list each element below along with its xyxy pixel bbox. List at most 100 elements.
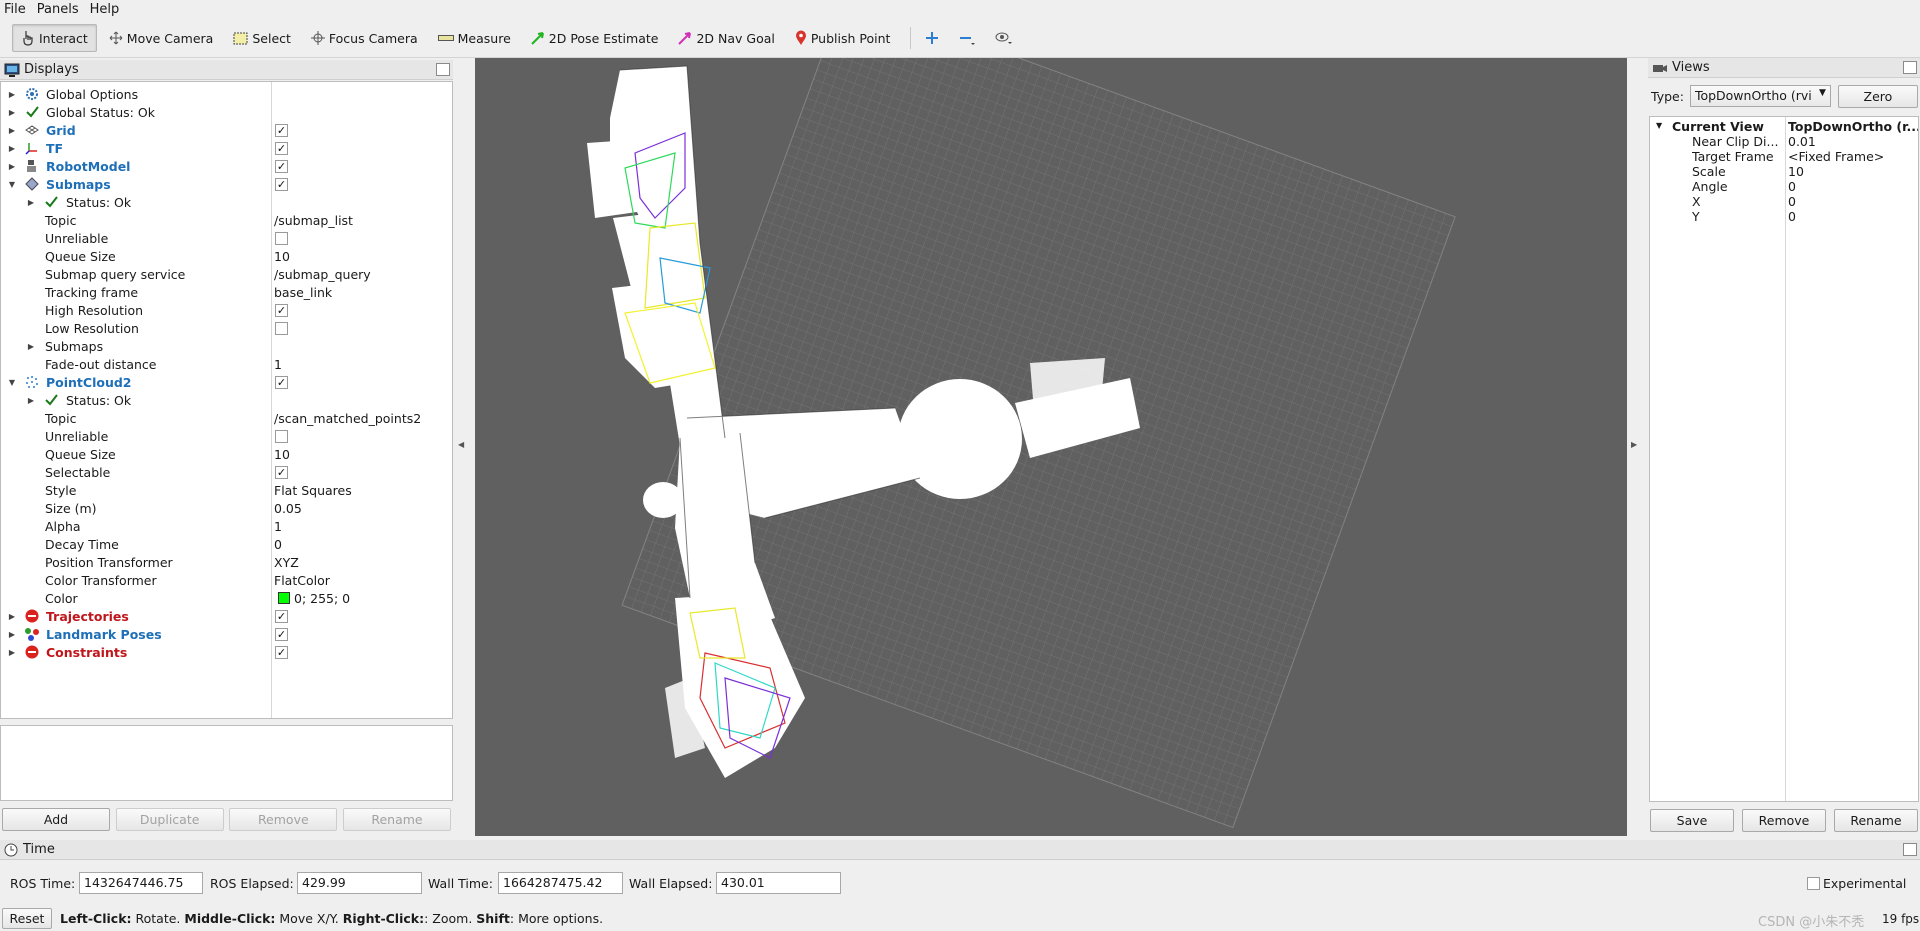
tool-interact-button[interactable]: Interact [12,24,97,52]
display-row-checkbox[interactable]: ✓ [275,465,288,479]
display-row-value[interactable]: Flat Squares [274,483,352,498]
display-row[interactable]: Topic/scan_matched_points2 [1,409,452,427]
display-row[interactable]: ▶ Landmark Poses ✓ [1,625,452,643]
rename-view-button[interactable]: Rename [1834,809,1918,832]
display-row-checkbox[interactable]: ✓ [275,375,288,389]
view-property-row[interactable]: Angle 0 [1650,179,1918,194]
display-row[interactable]: Color 0; 255; 0 [1,589,452,607]
expand-right-icon[interactable]: ▶ [7,108,17,117]
menu-panels[interactable]: Panels [37,2,79,17]
view-property-value[interactable]: TopDownOrtho (r... [1788,119,1918,134]
expand-right-icon[interactable]: ▶ [26,198,36,207]
expand-right-icon[interactable]: ▶ [7,612,17,621]
tool-2d-nav-goal-button[interactable]: 2D Nav Goal [670,24,782,52]
display-row[interactable]: Submap query service/submap_query [1,265,452,283]
display-row[interactable]: High Resolution ✓ [1,301,452,319]
add-tool-button[interactable] [919,24,949,52]
display-row[interactable]: Decay Time 0 [1,535,452,553]
collapse-right-arrow-icon[interactable]: ▶ [1631,440,1637,449]
view-property-value[interactable]: 0 [1788,194,1918,209]
color-swatch[interactable] [278,592,290,604]
expand-right-icon[interactable]: ▶ [7,126,17,135]
view-property-row[interactable]: Target Frame <Fixed Frame> [1650,149,1918,164]
remove-view-button[interactable]: Remove [1742,809,1826,832]
tool-move-camera-button[interactable]: Move Camera [101,24,222,52]
expand-right-icon[interactable]: ▶ [7,648,17,657]
view-property-row[interactable]: X0 [1650,194,1918,209]
expand-right-icon[interactable]: ▶ [7,90,17,99]
display-row-value[interactable]: 0.05 [274,501,302,516]
view-property-value[interactable]: <Fixed Frame> [1788,149,1918,164]
display-row-value[interactable]: 10 [274,249,290,264]
display-row[interactable]: Low Resolution [1,319,452,337]
display-row-checkbox[interactable] [275,429,288,443]
display-row-checkbox[interactable]: ✓ [275,609,288,623]
wall-time-field[interactable]: 1664287475.42 [498,872,623,894]
display-row[interactable]: Unreliable [1,229,452,247]
view-property-value[interactable]: 10 [1788,164,1918,179]
display-row-checkbox[interactable] [275,231,288,245]
display-row[interactable]: ▶ RobotModel ✓ [1,157,452,175]
duplicate-display-button[interactable]: Duplicate [115,808,224,831]
display-row-checkbox[interactable] [275,321,288,335]
expand-right-icon[interactable]: ▶ [7,162,17,171]
display-row[interactable]: ▶ Grid ✓ [1,121,452,139]
display-row[interactable]: Size (m) 0.05 [1,499,452,517]
views-type-select[interactable]: TopDownOrtho (rvi ▼ [1689,85,1831,107]
remove-tool-button[interactable] [953,24,985,52]
zero-view-button[interactable]: Zero [1837,84,1918,108]
view-options-button[interactable] [989,24,1023,52]
collapse-left-arrow-icon[interactable]: ◀ [458,440,464,449]
expand-down-icon[interactable]: ▼ [7,180,17,189]
view-property-row[interactable]: Near Clip Di... 0.01 [1650,134,1918,149]
display-row-checkbox[interactable]: ✓ [275,627,288,641]
expand-right-icon[interactable]: ▶ [26,396,36,405]
view-property-row[interactable]: ▼ Current View TopDownOrtho (r... [1650,119,1918,134]
tool-focus-camera-button[interactable]: Focus Camera [303,24,426,52]
menu-help[interactable]: Help [90,2,120,17]
display-row[interactable]: Queue Size 10 [1,445,452,463]
display-row[interactable]: ▶ Status: Ok [1,391,452,409]
display-row[interactable]: Queue Size 10 [1,247,452,265]
time-close-button[interactable] [1903,843,1917,856]
menu-file[interactable]: File [4,2,26,17]
wall-elapsed-field[interactable]: 430.01 [716,872,841,894]
reset-button[interactable]: Reset [2,907,52,929]
expand-down-icon[interactable]: ▼ [7,378,17,387]
displays-close-button[interactable] [436,63,450,76]
display-row-value[interactable]: FlatColor [274,573,330,588]
save-view-button[interactable]: Save [1650,809,1734,832]
display-row[interactable]: Position Transformer XYZ [1,553,452,571]
display-row[interactable]: ▶ Constraints ✓ [1,643,452,661]
display-row[interactable]: ▶ Global Options [1,85,452,103]
expand-right-icon[interactable]: ▶ [7,630,17,639]
ros-elapsed-field[interactable]: 429.99 [297,872,422,894]
display-row-value[interactable]: /scan_matched_points2 [274,411,421,426]
display-row[interactable]: Alpha 1 [1,517,452,535]
view-property-value[interactable]: 0 [1788,209,1918,224]
display-row[interactable]: Selectable ✓ [1,463,452,481]
expand-right-icon[interactable]: ▶ [7,144,17,153]
display-row[interactable]: ▶ Global Status: Ok [1,103,452,121]
rename-display-button[interactable]: Rename [342,808,451,831]
display-row[interactable]: Fade-out distance 1 [1,355,452,373]
map-canvas[interactable] [475,58,1627,836]
display-row[interactable]: ▶ Status: Ok [1,193,452,211]
display-row[interactable]: Color Transformer FlatColor [1,571,452,589]
display-row-checkbox[interactable]: ✓ [275,645,288,659]
display-row-checkbox[interactable]: ✓ [275,141,288,155]
display-row-value[interactable]: 1 [274,519,282,534]
display-row[interactable]: ▼ Submaps ✓ [1,175,452,193]
display-row-value[interactable]: /submap_query [274,267,371,282]
display-row[interactable]: ▶ Trajectories ✓ [1,607,452,625]
tool-measure-button[interactable]: Measure [430,24,519,52]
experimental-checkbox[interactable] [1807,877,1820,890]
view-property-value[interactable]: 0.01 [1788,134,1918,149]
display-row[interactable]: Style Flat Squares [1,481,452,499]
views-close-button[interactable] [1903,61,1917,74]
display-row[interactable]: ▼ PointCloud2 ✓ [1,373,452,391]
display-row-checkbox[interactable]: ✓ [275,177,288,191]
display-row-value[interactable]: 0; 255; 0 [294,591,350,606]
display-row[interactable]: Tracking frame base_link [1,283,452,301]
expand-down-icon[interactable]: ▼ [1656,121,1662,130]
